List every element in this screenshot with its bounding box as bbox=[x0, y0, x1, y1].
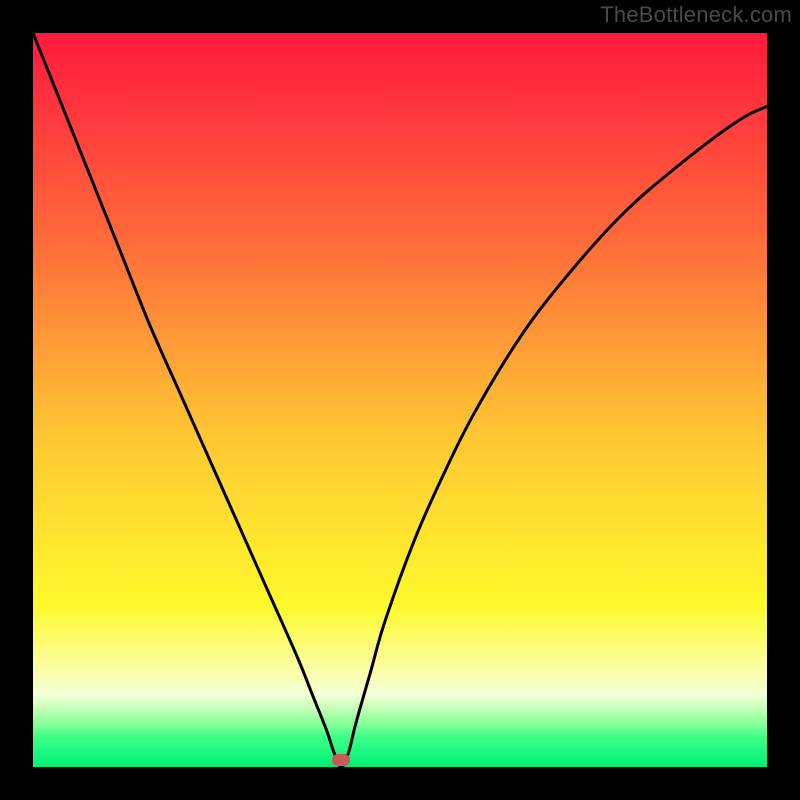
bottleneck-curve bbox=[33, 33, 767, 767]
chart-frame: TheBottleneck.com bbox=[0, 0, 800, 800]
watermark-text: TheBottleneck.com bbox=[600, 2, 792, 28]
plot-area bbox=[33, 33, 767, 767]
optimal-point-marker bbox=[332, 754, 350, 766]
